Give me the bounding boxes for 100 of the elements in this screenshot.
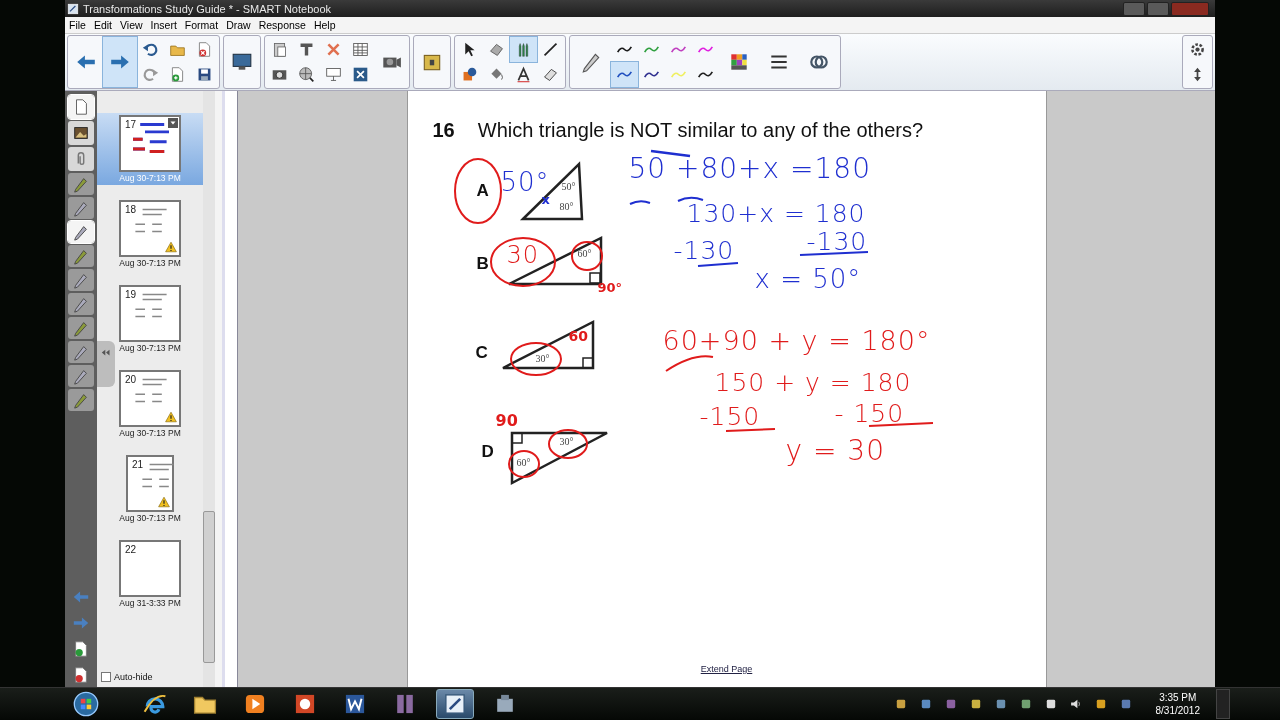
page-number: 18 — [125, 204, 137, 215]
monitor-icon — [231, 51, 253, 73]
tool-button[interactable] — [68, 293, 94, 315]
tool-button[interactable] — [68, 269, 94, 291]
close-box-icon — [352, 66, 369, 83]
angle-label: 30° — [535, 353, 550, 364]
handwritten-text: 90° — [597, 281, 623, 294]
handwritten-text: 90 — [495, 413, 518, 429]
menu-item[interactable]: Response — [254, 19, 310, 31]
handwritten-text: 130+x = 180 — [686, 201, 866, 226]
add-page-icon — [72, 640, 90, 659]
page-date: Aug 30-7:13 PM — [119, 173, 181, 183]
page-thumbnail-item[interactable]: 22 Aug 31-3:33 PM — [97, 538, 203, 610]
scrollbar[interactable] — [203, 91, 215, 688]
page-thumbnail[interactable]: 19 — [119, 285, 181, 342]
ink-circle — [453, 158, 502, 224]
add-page-icon — [169, 66, 186, 83]
screen-shade-icon — [298, 41, 315, 58]
pen-icon — [72, 247, 90, 265]
triangle-label: D — [481, 442, 494, 462]
pen-icon — [72, 175, 90, 193]
ink-circle — [509, 342, 562, 376]
undo-icon — [142, 41, 159, 58]
ink-circle — [489, 237, 556, 287]
table-icon — [352, 41, 369, 58]
handwritten-text: -130 — [806, 229, 868, 254]
page-date: Aug 30-7:13 PM — [119, 258, 181, 268]
side-tab[interactable] — [68, 95, 94, 119]
page-date: Aug 31-3:33 PM — [119, 598, 181, 608]
pen-icon — [72, 223, 90, 241]
clock-date: 8/31/2012 — [1155, 704, 1200, 717]
scroll-thumb[interactable] — [203, 511, 215, 664]
side-tab[interactable] — [68, 121, 94, 145]
tool-button[interactable] — [68, 221, 94, 243]
page-thumbnail-item[interactable]: 18 Aug 30-7:13 PM — [97, 198, 203, 270]
menu-item[interactable]: Insert — [146, 19, 181, 31]
page-thumbnail[interactable]: 18 — [119, 200, 181, 257]
line-tool-icon — [542, 41, 559, 58]
page-thumbnail[interactable]: 17 — [119, 115, 181, 172]
windows-logo-icon — [73, 691, 99, 717]
handwritten-text: 30 — [506, 243, 540, 267]
handwritten-text: 50° — [500, 169, 550, 195]
handwritten-text: -130 — [673, 238, 735, 263]
pen-icon — [72, 199, 90, 217]
angle-label: 60° — [577, 248, 592, 259]
pen-icon — [72, 319, 90, 337]
page-number: 21 — [132, 459, 144, 470]
handwritten-text: y = 30 — [785, 437, 885, 465]
page-thumbnail[interactable]: 22 — [119, 540, 181, 597]
menu-item[interactable]: View — [116, 19, 147, 31]
page-date: Aug 30-7:13 PM — [119, 513, 181, 523]
save-icon — [196, 66, 213, 83]
taskbar-button[interactable] — [436, 689, 474, 719]
question-text: Which triangle is NOT similar to any of the others? — [477, 119, 924, 142]
question-number: 16 — [432, 119, 455, 142]
tool-button[interactable] — [68, 341, 94, 363]
handwritten-text: 150 + y = 180 — [714, 370, 912, 395]
pen-icon — [72, 271, 90, 289]
checkbox-label: Auto-hide — [114, 672, 153, 683]
clock-time: 3:35 PM — [1159, 691, 1197, 704]
ink-circle — [507, 450, 540, 478]
page-number: 20 — [125, 374, 137, 385]
page-thumbnail-item[interactable]: 21 Aug 30-7:13 PM — [97, 453, 203, 525]
tool-button[interactable] — [68, 197, 94, 219]
page-thumbnail-item[interactable]: 19 Aug 30-7:13 PM — [97, 283, 203, 355]
page-number: 17 — [125, 119, 137, 130]
ink-circle — [570, 241, 603, 271]
page-date: Aug 30-7:13 PM — [119, 343, 181, 353]
page-thumbnail-item[interactable]: 17 Aug 30-7:13 PM — [97, 113, 203, 185]
page-number: 19 — [125, 289, 137, 300]
delete-page-icon — [72, 666, 90, 685]
page-number: 22 — [125, 544, 137, 555]
pen-icon — [72, 295, 90, 313]
ink-underline — [664, 355, 714, 372]
handwritten-text: 50 +80+x =180 — [628, 155, 871, 183]
menu-item[interactable]: Help — [309, 19, 340, 31]
settings-icon — [1189, 41, 1206, 58]
tool-button[interactable] — [68, 365, 94, 387]
menu-item[interactable]: Draw — [222, 19, 255, 31]
handwritten-text: -150 — [699, 404, 761, 429]
menu-item[interactable]: Edit — [89, 19, 116, 31]
delete-page-icon — [196, 41, 213, 58]
text-tool-icon — [515, 66, 532, 83]
page-thumbnail[interactable]: 21 — [126, 455, 174, 512]
triangle-label: B — [476, 254, 489, 274]
extend-page-link[interactable]: Extend Page — [700, 664, 753, 675]
handwritten-text: 60+90 + y = 180° — [662, 327, 931, 354]
globe-icon — [298, 66, 315, 83]
redo-icon — [142, 66, 159, 83]
ink-underline — [650, 149, 690, 158]
handwritten-text: - 150 — [834, 401, 905, 426]
menu-item[interactable]: Format — [180, 19, 223, 31]
auto-hide-checkbox[interactable] — [101, 672, 111, 683]
menu-item[interactable]: File — [65, 19, 90, 31]
pen-icon — [72, 391, 90, 409]
angle-label: 50° — [561, 181, 576, 192]
page-date: Aug 30-7:13 PM — [119, 428, 181, 438]
pen-icon — [580, 51, 602, 73]
page-thumbnail[interactable]: 20 — [119, 370, 181, 427]
page-thumbnail-item[interactable]: 20 Aug 30-7:13 PM — [97, 368, 203, 440]
